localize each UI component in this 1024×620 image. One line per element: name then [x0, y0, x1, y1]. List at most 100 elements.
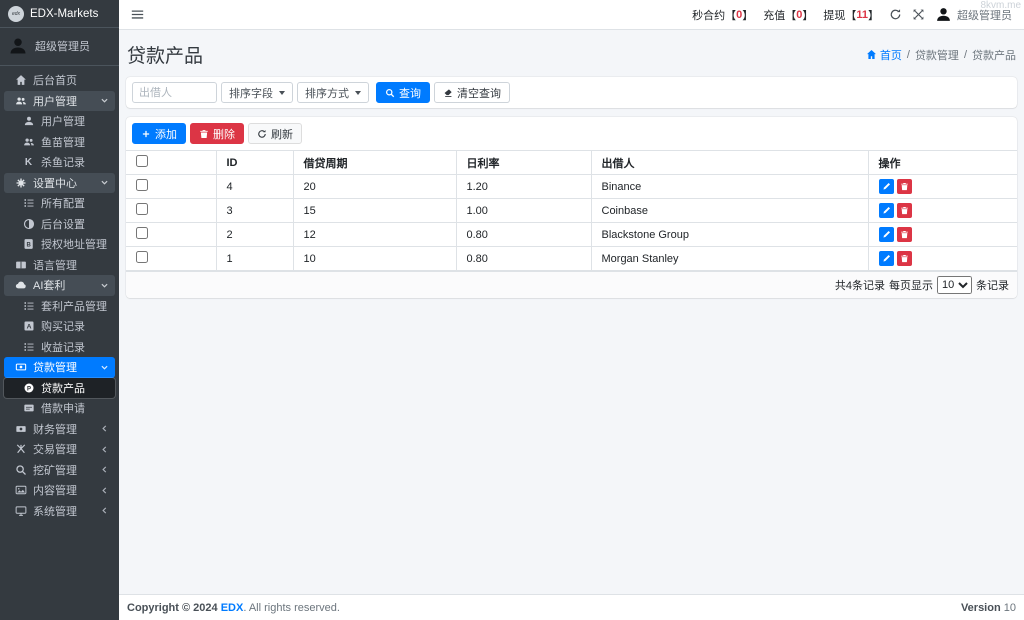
- sidebar-item-income-records[interactable]: 收益记录: [4, 337, 115, 358]
- sidebar-item-label: 系统管理: [33, 505, 77, 518]
- breadcrumb-home-link[interactable]: 首页: [866, 47, 902, 63]
- main-area: 8kvm.me 秒合约【0】 充值【0】 提现【11】 超级管理员 贷款产品 首…: [119, 0, 1024, 620]
- cell-id: 2: [215, 222, 294, 247]
- top-navbar: 秒合约【0】 充值【0】 提现【11】 超级管理员: [119, 0, 1024, 30]
- sidebar-item-settings-center[interactable]: 设置中心: [4, 172, 115, 193]
- sidebar-item-loan-products[interactable]: P 贷款产品: [4, 377, 115, 398]
- users-icon: [14, 94, 27, 107]
- refresh-icon[interactable]: [889, 8, 902, 21]
- delete-button[interactable]: 删除: [190, 123, 244, 144]
- sidebar-item-backend-settings[interactable]: 后台设置: [4, 214, 115, 235]
- column-header-rate: 日利率: [455, 150, 592, 175]
- stat-value: 11: [856, 8, 868, 21]
- edit-button[interactable]: [878, 203, 894, 218]
- breadcrumb-separator: /: [963, 48, 967, 61]
- menu-toggle-icon[interactable]: [131, 8, 144, 21]
- sidebar-item-auth-address[interactable]: B 授权地址管理: [4, 234, 115, 255]
- page-title: 贷款产品: [127, 46, 204, 67]
- sidebar-item-loan-management[interactable]: 贷款管理: [4, 357, 115, 378]
- sort-order-dropdown[interactable]: 排序方式: [297, 82, 369, 103]
- fullscreen-icon[interactable]: [912, 8, 925, 21]
- brand-logo-icon: edx: [8, 5, 24, 22]
- footer-brand-link[interactable]: EDX: [221, 602, 244, 614]
- version-label: Version: [960, 601, 1001, 614]
- cogs-icon: [14, 176, 27, 189]
- select-all-checkbox[interactable]: [136, 155, 148, 167]
- sidebar-item-purchase-records[interactable]: A 购买记录: [4, 316, 115, 337]
- delete-row-button[interactable]: [896, 179, 912, 194]
- add-button[interactable]: 添加: [132, 123, 186, 144]
- chevron-left-icon: [100, 465, 109, 474]
- money-check-icon: [22, 402, 35, 415]
- cell-rate: 0.80: [455, 222, 592, 247]
- cell-id: 1: [215, 246, 294, 271]
- row-checkbox[interactable]: [136, 179, 148, 191]
- per-page-suffix: 条记录: [976, 280, 1009, 292]
- svg-text:P: P: [26, 386, 30, 392]
- pencil-icon: [882, 254, 890, 262]
- kill-record-icon: K: [24, 156, 33, 168]
- sort-field-dropdown[interactable]: 排序字段: [221, 82, 293, 103]
- trash-icon: [900, 231, 908, 239]
- edit-button[interactable]: [878, 251, 894, 266]
- svg-text:B: B: [26, 243, 31, 249]
- edit-button[interactable]: [878, 227, 894, 242]
- sidebar-item-ai-arbitrage[interactable]: AI套利: [4, 275, 115, 296]
- sidebar-item-fish-management[interactable]: 鱼苗管理: [4, 132, 115, 153]
- sidebar-item-mining-management[interactable]: 挖矿管理: [4, 460, 115, 481]
- sidebar-nav: 后台首页 用户管理 用户管理 鱼苗管理 K 杀鱼记录 设置中心 所有配置 后台设…: [0, 66, 119, 521]
- brand[interactable]: edx EDX-Markets: [0, 0, 119, 28]
- cell-lender: Morgan Stanley: [590, 246, 869, 271]
- sidebar-item-user-management[interactable]: 用户管理: [4, 90, 115, 111]
- search-icon: [386, 88, 395, 97]
- delete-row-button[interactable]: [896, 227, 912, 242]
- sidebar-item-label: 所有配置: [41, 198, 85, 211]
- breadcrumb-item: 贷款管理: [914, 49, 959, 62]
- per-page-select[interactable]: 10: [937, 276, 972, 294]
- edit-button[interactable]: [878, 179, 894, 194]
- sidebar-item-all-config[interactable]: 所有配置: [4, 193, 115, 214]
- loan-products-table: ID 借贷周期 日利率 出借人 操作 4 20 1.20 Binance 3 1…: [126, 150, 1017, 271]
- sidebar-item-dashboard[interactable]: 后台首页: [4, 70, 115, 91]
- query-button[interactable]: 查询: [376, 82, 430, 103]
- trash-icon: [900, 183, 908, 191]
- sidebar-item-kill-records[interactable]: K 杀鱼记录: [4, 152, 115, 173]
- sidebar-item-label: AI套利: [33, 280, 66, 293]
- stat-seconds-contract[interactable]: 秒合约【0】: [692, 7, 753, 23]
- row-checkbox[interactable]: [136, 227, 148, 239]
- pencil-icon: [882, 182, 890, 190]
- sidebar-item-label: 授权地址管理: [41, 239, 107, 252]
- address-book-icon: B: [22, 238, 35, 251]
- sidebar-item-content-management[interactable]: 内容管理: [4, 480, 115, 501]
- sidebar-item-system-management[interactable]: 系统管理: [4, 501, 115, 522]
- delete-row-button[interactable]: [896, 251, 912, 266]
- list-ol-icon: [22, 340, 35, 353]
- row-checkbox[interactable]: [136, 251, 148, 263]
- lender-search-input[interactable]: [132, 82, 217, 103]
- sidebar-item-trade-management[interactable]: 交易管理: [4, 439, 115, 460]
- content: 贷款产品 首页 / 贷款管理 / 贷款产品 排序字段 排序方式: [119, 30, 1024, 298]
- sidebar-item-loan-applications[interactable]: 借款申请: [4, 398, 115, 419]
- sidebar-item-label: 贷款产品: [41, 382, 85, 395]
- pencil-icon: [882, 230, 890, 238]
- stat-withdrawal[interactable]: 提现【11】: [823, 7, 879, 23]
- sidebar-item-language[interactable]: 语言管理: [4, 255, 115, 276]
- sidebar-item-label: 交易管理: [33, 444, 77, 457]
- content-header: 贷款产品 首页 / 贷款管理 / 贷款产品: [126, 36, 1017, 77]
- clear-query-button[interactable]: 清空查询: [434, 82, 510, 103]
- cell-rate: 1.00: [455, 198, 592, 223]
- sidebar-item-finance-management[interactable]: 财务管理: [4, 419, 115, 440]
- stat-deposit[interactable]: 充值【0】: [763, 7, 813, 23]
- delete-row-button[interactable]: [896, 203, 912, 218]
- language-icon: [14, 258, 27, 271]
- home-icon: [14, 74, 27, 87]
- user-panel[interactable]: 超级管理员: [0, 28, 119, 66]
- trash-icon: [900, 255, 908, 263]
- breadcrumb-separator: /: [906, 48, 910, 61]
- user-icon: [22, 115, 35, 128]
- sidebar-item-arbitrage-products[interactable]: 套利产品管理: [4, 296, 115, 317]
- sidebar-item-users[interactable]: 用户管理: [4, 111, 115, 132]
- row-checkbox[interactable]: [136, 203, 148, 215]
- refresh-button[interactable]: 刷新: [248, 123, 302, 144]
- sidebar-item-label: 财务管理: [33, 423, 77, 436]
